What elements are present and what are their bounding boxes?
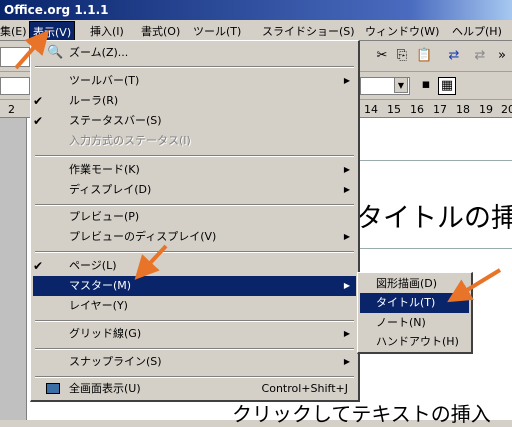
annotation-arrows	[14, 29, 502, 303]
pointer-arrow-icon	[447, 268, 502, 303]
pointer-arrow-icon	[134, 244, 168, 280]
pointer-arrow-icon	[14, 29, 50, 70]
